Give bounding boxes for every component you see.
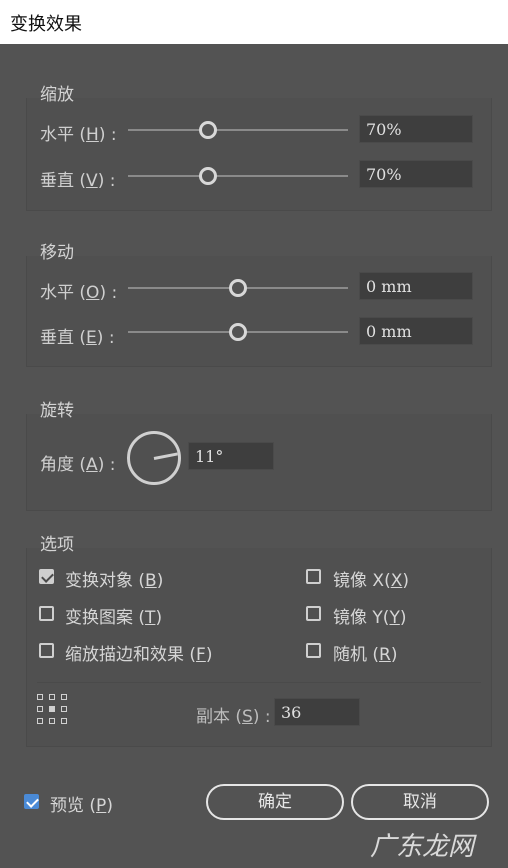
move-vertical-input[interactable]: 0 mm: [359, 317, 473, 345]
move-horizontal-slider-handle[interactable]: [229, 279, 247, 297]
rotate-angle-label: 角度 (A) :: [40, 455, 116, 475]
title-bar: 变换效果: [0, 0, 508, 44]
cancel-button[interactable]: 取消: [351, 784, 489, 820]
random-checkbox[interactable]: [306, 643, 321, 658]
move-horizontal-input[interactable]: 0 mm: [359, 272, 473, 300]
rotate-angle-dial[interactable]: [127, 431, 181, 485]
rotate-angle-input[interactable]: 11°: [188, 442, 274, 470]
rotate-section-title: 旋转: [40, 401, 74, 421]
scale-strokes-checkbox[interactable]: [39, 643, 54, 658]
transform-objects-label: 变换对象 (B): [65, 571, 164, 591]
scale-vertical-label: 垂直 (V) :: [40, 171, 116, 191]
move-vertical-slider-handle[interactable]: [229, 323, 247, 341]
scale-horizontal-label: 水平 (H) :: [40, 125, 117, 145]
reflect-y-checkbox[interactable]: [306, 606, 321, 621]
move-section-title: 移动: [40, 243, 74, 263]
reflect-y-label: 镜像 Y(Y): [333, 608, 407, 628]
scale-horizontal-slider-handle[interactable]: [199, 121, 217, 139]
reflect-x-label: 镜像 X(X): [333, 571, 409, 591]
reference-point-icon[interactable]: [37, 694, 67, 724]
options-section-title: 选项: [40, 535, 74, 555]
scale-vertical-input[interactable]: 70%: [359, 160, 473, 188]
transform-objects-checkbox[interactable]: [39, 569, 54, 584]
rotate-dial-needle: [153, 452, 178, 460]
scale-strokes-label: 缩放描边和效果 (F): [65, 645, 213, 665]
scale-horizontal-slider-track[interactable]: [128, 129, 348, 131]
copies-label: 副本 (S) :: [196, 707, 271, 727]
move-vertical-label: 垂直 (E) :: [40, 328, 115, 348]
reflect-x-checkbox[interactable]: [306, 569, 321, 584]
copies-input[interactable]: 36: [274, 698, 360, 726]
transform-patterns-label: 变换图案 (T): [65, 608, 163, 628]
random-label: 随机 (R): [333, 645, 398, 665]
preview-label: 预览 (P): [50, 796, 113, 816]
options-divider: [37, 682, 481, 683]
window-title: 变换效果: [10, 14, 82, 35]
scale-vertical-slider-handle[interactable]: [199, 167, 217, 185]
preview-checkbox[interactable]: [24, 794, 39, 809]
move-horizontal-label: 水平 (O) :: [40, 283, 118, 303]
transform-patterns-checkbox[interactable]: [39, 606, 54, 621]
ok-button[interactable]: 确定: [206, 784, 344, 820]
scale-section-title: 缩放: [40, 85, 74, 105]
scale-vertical-slider-track[interactable]: [128, 175, 348, 177]
watermark-text: 广东龙网: [370, 832, 475, 862]
scale-horizontal-input[interactable]: 70%: [359, 115, 473, 143]
